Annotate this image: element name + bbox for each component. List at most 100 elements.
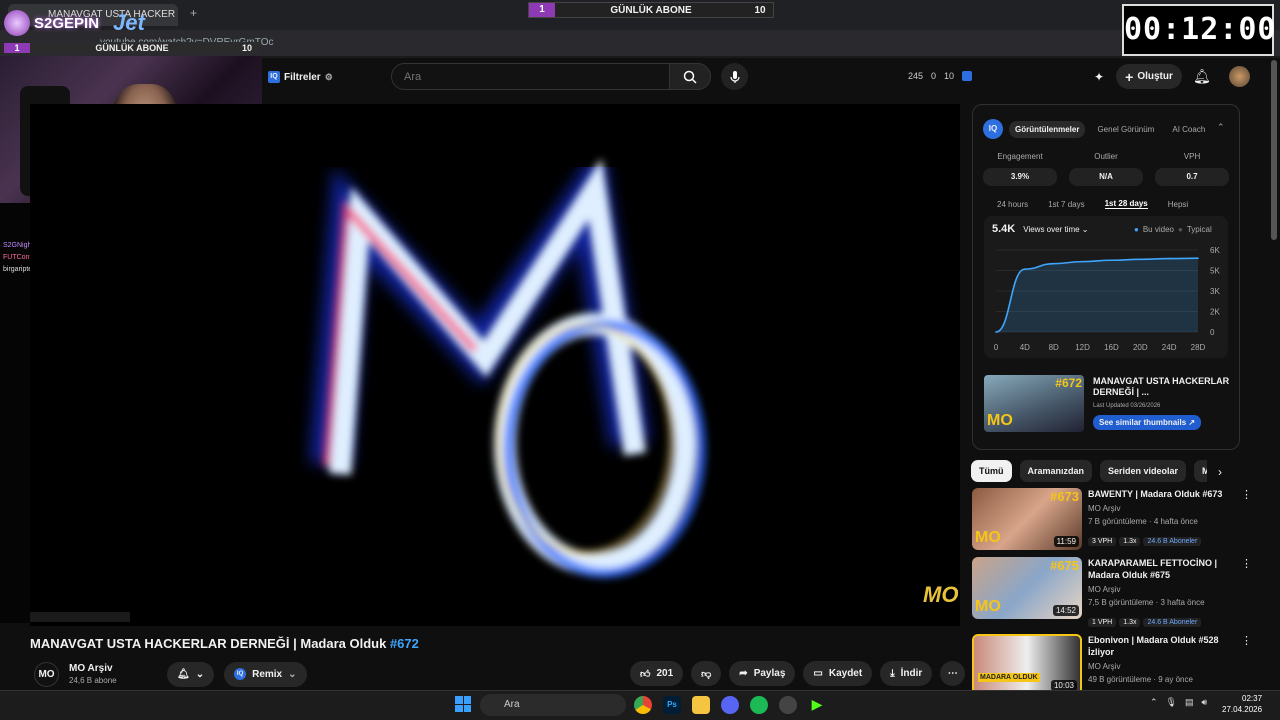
see-similar-label: See similar thumbnails [1099,418,1187,427]
x-tick-label: 4D [1020,343,1030,352]
rec-mo: MO [975,529,1001,546]
metric-value: 0.7 [1155,168,1229,186]
discord-icon[interactable] [721,696,739,714]
more-vert-icon[interactable]: ⋮ [1241,488,1252,501]
streamer-logo: S2GEPIN Jet [4,8,145,38]
clock-time: 02:37 [1242,694,1263,703]
chart-point [1052,262,1055,265]
views-chart-card: 5.4K Views over time ⌄ ● Bu video ● Typica… [984,216,1228,358]
windows-start-icon[interactable] [455,696,471,712]
chart-point [1081,260,1084,263]
more-vert-icon[interactable]: ⋮ [1241,634,1252,647]
create-button[interactable]: + Oluştur [1116,64,1182,89]
vidiq-small-icon[interactable] [962,71,973,81]
duration-badge: 11:59 [1053,536,1079,547]
bell-icon[interactable]: 🔔︎ [1193,68,1211,85]
new-tab-icon[interactable]: + [190,6,197,20]
tab-views[interactable]: Görüntülenmeler [1009,120,1086,138]
range-tab[interactable]: 1st 28 days [1104,199,1148,209]
tab-overview[interactable]: Genel Görünüm [1091,121,1160,138]
video-title-hashtag[interactable]: #672 [390,636,419,651]
rec-channel: MO Arşiv [1088,585,1121,594]
vidiq-logo-icon: IQ [983,119,1003,139]
duration-badge: 10:03 [1050,680,1077,690]
taskbar-clock[interactable]: 02:37 27.04.2026 [1222,693,1262,715]
rec-meta: 7,5 B görüntüleme · 3 hafta önce [1088,598,1205,607]
see-similar-button[interactable]: See similar thumbnails ↗ [1093,415,1202,430]
download-button[interactable]: ⤓ İndir [880,661,933,686]
views-dropdown[interactable]: Views over time ⌄ [1023,225,1088,234]
bell-icon: 🔔︎ [177,668,190,680]
x-tick-label: 12D [1075,343,1090,352]
views-chart: 6K 5K 3K 2K 0 0 4D 8D 12D 16D 20D 24D 28D [994,246,1221,352]
video-actions: 👍︎ 201 👎︎ ➦ Paylaş ▭ Kaydet ⤓ İndir ⋯ [630,661,966,686]
more-actions-button[interactable]: ⋯ [940,661,966,686]
list-item[interactable]: #673 MO 11:59 BAWENTY | Madara Olduk #67… [972,488,1252,552]
rec-thumbnail[interactable]: MADARA OLDUK 10:03 [972,634,1082,690]
more-vert-icon[interactable]: ⋮ [1241,557,1252,570]
legend-this: Bu video [1142,225,1174,234]
avatar[interactable] [1229,66,1250,87]
x-tick-label: 24D [1162,343,1177,352]
thumbnail-info: MANAVGAT USTA HACKERLAR DERNEĞİ | ... La… [1093,376,1231,430]
filters-button[interactable]: IQ Filtreler ⚙ [268,66,333,88]
chart-point [995,331,997,333]
badge-ratio: 1.3x [1119,537,1141,546]
voice-search-button[interactable] [721,63,748,90]
volume-icon[interactable]: 🔊︎ [1202,697,1208,708]
metric-label: Outlier [1094,152,1118,161]
channel-name[interactable]: MO Arşiv [69,663,141,674]
taskbar-search-label: Ara [504,699,520,710]
spotify-icon[interactable] [750,696,768,714]
current-thumbnail[interactable]: #672 MO [984,375,1084,432]
video-player[interactable]: MO [30,104,960,626]
chevron-up-icon[interactable]: ⌃ [1150,697,1158,708]
channel-avatar[interactable]: MO [34,661,59,687]
rec-title: KARAPARAMEL FETTOCİNO | Madara Olduk #67… [1088,558,1218,580]
dislike-button[interactable]: 👎︎ [691,661,722,686]
system-tray: ⌃ 🎙︎ ▤ 🔊︎ [1150,697,1207,708]
chart-header: 5.4K Views over time ⌄ [992,223,1089,235]
search-input[interactable] [392,64,670,89]
list-item[interactable]: MADARA OLDUK 10:03 Ebonivon | Madara Old… [972,634,1252,690]
rec-meta: 49 B görüntüleme · 9 ay önce [1088,675,1193,684]
vidiq-stats: 245 0 10 [908,68,973,84]
stat-b: 10 [944,71,955,81]
y-tick-label: 0 [1210,328,1215,337]
duration-badge: 14:52 [1052,605,1079,616]
taskbar-search[interactable]: Ara [480,694,626,716]
photoshop-icon[interactable]: Ps [663,696,681,714]
obs-icon[interactable] [779,696,797,714]
kick-icon[interactable]: ▶ [808,696,826,714]
rec-mo: MO [975,598,1001,615]
related-chips: Tümü Aramanızdan Seriden videolar MO [971,460,1207,482]
search-button[interactable] [669,63,711,90]
microphone-icon[interactable]: 🎙︎ [1166,697,1177,708]
like-button[interactable]: 👍︎ 201 [630,661,684,686]
tab-ai-coach[interactable]: AI Coach [1166,121,1211,138]
sliders-icon: ⚙ [324,71,333,82]
range-tab[interactable]: 1st 7 days [1048,200,1084,209]
rec-thumbnail[interactable]: #675 MO 14:52 [972,557,1082,619]
filter-chip[interactable]: Tümü [971,460,1012,482]
rec-channel: MO Arşiv [1088,662,1121,671]
filter-chip[interactable]: Aramanızdan [1019,460,1093,482]
remix-button[interactable]: IQ Remix ⌄ [224,661,307,687]
share-button[interactable]: ➦ Paylaş [729,661,796,686]
range-tab[interactable]: Hepsi [1168,200,1188,209]
range-tab[interactable]: 24 hours [997,200,1028,209]
vidiq-extension-icon[interactable]: ✦ [1094,70,1104,84]
rec-thumbnail[interactable]: #673 MO 11:59 [972,488,1082,550]
chevron-right-icon[interactable]: › [1218,465,1222,479]
subscribe-bell-button[interactable]: 🔔︎ ⌄ [167,661,215,687]
collapse-icon[interactable]: ⌃ [1217,122,1225,133]
filter-chip[interactable]: Seriden videolar [1100,460,1187,482]
list-item[interactable]: #675 MO 14:52 KARAPARAMEL FETTOCİNO | Ma… [972,557,1252,627]
x-tick-label: 0 [994,343,999,352]
chrome-icon[interactable] [634,696,652,714]
folder-icon[interactable] [692,696,710,714]
scrollbar[interactable] [1271,60,1277,240]
filter-chip[interactable]: MO [1194,460,1207,482]
save-button[interactable]: ▭ Kaydet [803,661,873,686]
network-icon[interactable]: ▤ [1185,697,1194,708]
